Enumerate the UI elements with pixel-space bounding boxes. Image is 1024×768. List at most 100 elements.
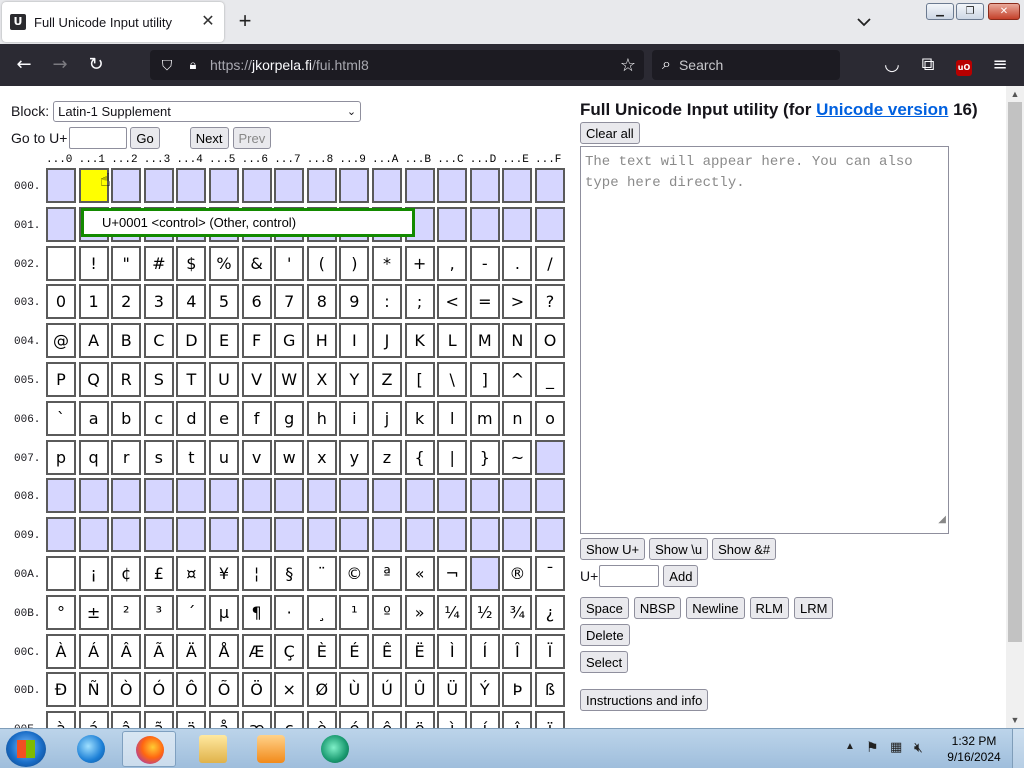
char-cell[interactable]: Ó xyxy=(143,672,174,708)
char-cell[interactable]: ^ xyxy=(502,362,533,397)
char-cell[interactable] xyxy=(469,206,500,242)
char-cell[interactable] xyxy=(46,245,76,281)
show-uplus-button[interactable]: Show U+ xyxy=(580,538,646,560)
char-cell[interactable]: y xyxy=(339,439,370,475)
show-hidden-icons-icon[interactable]: ▲ xyxy=(845,741,855,752)
char-cell[interactable] xyxy=(404,478,435,514)
char-cell[interactable]: k xyxy=(404,400,435,436)
delete-button[interactable]: Delete xyxy=(580,624,630,646)
unicode-version-link[interactable]: Unicode version xyxy=(816,100,948,119)
char-cell[interactable]: Ð xyxy=(46,672,76,708)
char-cell[interactable]: = xyxy=(469,284,500,320)
char-cell[interactable]: + xyxy=(404,245,435,281)
char-cell[interactable]: A xyxy=(78,323,109,359)
char-cell[interactable]: F xyxy=(241,323,272,359)
char-cell[interactable]: T xyxy=(176,362,207,397)
char-cell[interactable] xyxy=(372,478,402,514)
char-cell[interactable] xyxy=(176,168,207,203)
char-cell[interactable]: Æ xyxy=(241,633,272,669)
char-cell[interactable]: & xyxy=(241,245,272,281)
char-cell[interactable]: Y xyxy=(339,362,370,397)
char-cell[interactable] xyxy=(306,168,337,203)
char-cell[interactable]: I xyxy=(339,323,370,359)
char-cell[interactable]: J xyxy=(372,323,402,359)
char-cell[interactable]: ¸ xyxy=(306,594,337,630)
newline-button[interactable]: Newline xyxy=(686,597,745,619)
char-cell[interactable]: ¶ xyxy=(241,594,272,630)
char-cell[interactable]: 8 xyxy=(306,284,337,320)
char-cell[interactable]: D xyxy=(176,323,207,359)
taskbar-app[interactable] xyxy=(308,731,362,767)
char-cell[interactable] xyxy=(306,517,337,553)
close-tab-icon[interactable]: ✕ xyxy=(196,10,220,34)
char-cell[interactable]: ] xyxy=(469,362,500,397)
char-cell[interactable]: d xyxy=(176,400,207,436)
char-cell[interactable]: H xyxy=(306,323,337,359)
char-cell[interactable]: r xyxy=(111,439,142,475)
char-cell[interactable]: h xyxy=(306,400,337,436)
next-button[interactable]: Next xyxy=(189,127,229,149)
char-cell[interactable] xyxy=(535,517,565,553)
char-cell[interactable] xyxy=(241,478,272,514)
char-cell[interactable]: s xyxy=(143,439,174,475)
lrm-button[interactable]: LRM xyxy=(793,597,834,619)
char-cell[interactable]: f xyxy=(241,400,272,436)
char-cell[interactable]: Ç xyxy=(274,633,305,669)
start-button[interactable] xyxy=(6,731,46,767)
char-cell[interactable]: Ê xyxy=(372,633,402,669)
char-cell[interactable]: Ö xyxy=(241,672,272,708)
char-cell[interactable] xyxy=(46,478,76,514)
browser-tab[interactable]: U Full Unicode Input utility ✕ xyxy=(2,2,224,42)
char-cell[interactable]: w xyxy=(274,439,305,475)
char-cell[interactable] xyxy=(46,206,76,242)
char-cell[interactable] xyxy=(143,478,174,514)
char-cell[interactable]: ¢ xyxy=(111,556,142,591)
char-cell[interactable]: à xyxy=(46,711,76,728)
char-cell[interactable]: " xyxy=(111,245,142,281)
char-cell[interactable]: g xyxy=(274,400,305,436)
char-cell[interactable]: p xyxy=(46,439,76,475)
char-cell[interactable] xyxy=(274,168,305,203)
char-cell[interactable]: Ú xyxy=(372,672,402,708)
text-area[interactable]: The text will appear here. You can also … xyxy=(580,146,949,534)
char-cell[interactable]: Z xyxy=(372,362,402,397)
char-cell[interactable]: ç xyxy=(274,711,305,728)
char-cell[interactable] xyxy=(502,168,533,203)
char-cell[interactable]: U xyxy=(209,362,239,397)
char-cell[interactable]: N xyxy=(502,323,533,359)
char-cell[interactable]: Ï xyxy=(535,633,565,669)
char-cell[interactable]: ~ xyxy=(502,439,533,475)
char-cell[interactable] xyxy=(176,517,207,553)
action-center-flag-icon[interactable]: ⚑ xyxy=(866,739,879,756)
char-cell[interactable]: - xyxy=(469,245,500,281)
tracking-shield-icon[interactable]: ⛉ xyxy=(158,57,176,74)
char-cell[interactable]: » xyxy=(404,594,435,630)
char-cell[interactable] xyxy=(437,517,468,553)
char-cell[interactable]: ± xyxy=(78,594,109,630)
char-cell[interactable]: 2 xyxy=(111,284,142,320)
char-cell[interactable]: a xyxy=(78,400,109,436)
char-cell[interactable]: . xyxy=(502,245,533,281)
char-cell[interactable]: ; xyxy=(404,284,435,320)
char-cell[interactable]: L xyxy=(437,323,468,359)
char-cell[interactable]: c xyxy=(143,400,174,436)
taskbar-internet-explorer[interactable] xyxy=(64,731,118,767)
clear-all-button[interactable]: Clear all xyxy=(580,122,640,144)
reload-icon[interactable]: ↻ xyxy=(84,53,108,77)
char-cell[interactable]: Í xyxy=(469,633,500,669)
char-cell[interactable] xyxy=(469,517,500,553)
char-cell[interactable] xyxy=(78,478,109,514)
char-cell[interactable]: q xyxy=(78,439,109,475)
char-cell[interactable]: À xyxy=(46,633,76,669)
char-cell[interactable] xyxy=(209,168,239,203)
char-cell[interactable]: ä xyxy=(176,711,207,728)
char-cell[interactable]: ê xyxy=(372,711,402,728)
char-cell[interactable] xyxy=(274,478,305,514)
char-cell[interactable]: v xyxy=(241,439,272,475)
char-cell[interactable] xyxy=(274,517,305,553)
char-cell[interactable]: [ xyxy=(404,362,435,397)
char-cell[interactable]: á xyxy=(78,711,109,728)
char-cell[interactable]: : xyxy=(372,284,402,320)
char-cell[interactable] xyxy=(46,517,76,553)
char-cell[interactable]: å xyxy=(209,711,239,728)
